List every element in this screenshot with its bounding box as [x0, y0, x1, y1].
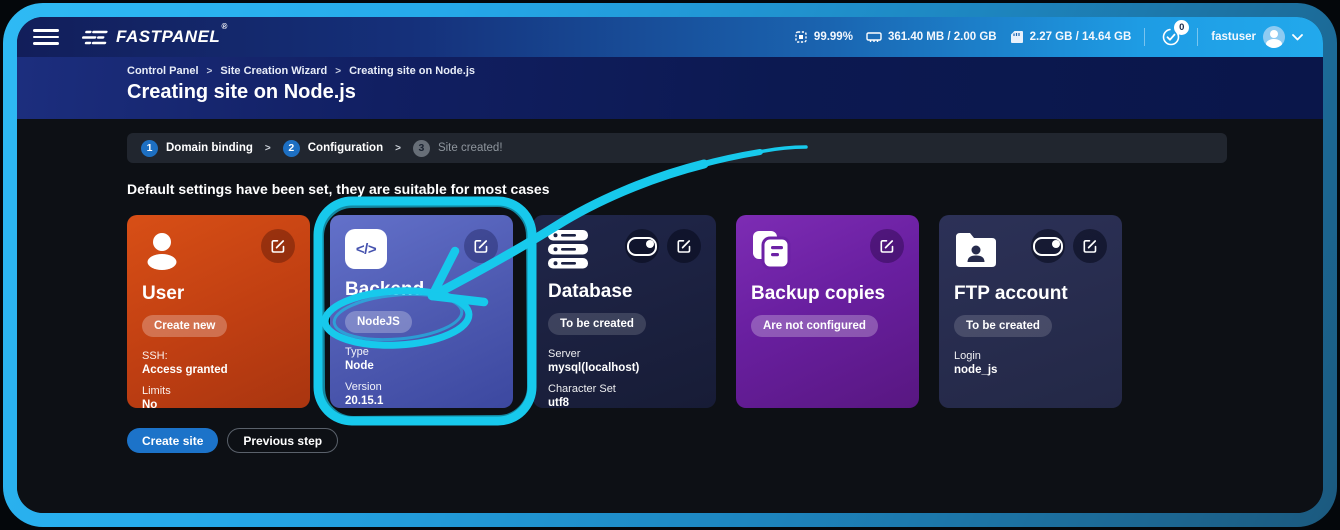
step-domain-binding[interactable]: 1 Domain binding — [141, 140, 253, 157]
step-separator: > — [265, 143, 271, 154]
create-site-button[interactable]: Create site — [127, 428, 218, 453]
card-user: User Create new SSH: Access granted Limi… — [127, 215, 310, 408]
toggle-on-icon — [627, 237, 657, 256]
menu-icon[interactable] — [33, 29, 59, 45]
avatar — [1263, 26, 1285, 48]
edit-icon — [473, 238, 489, 254]
edit-icon — [1082, 238, 1098, 254]
notifications-button[interactable]: 0 — [1158, 24, 1184, 50]
step-site-created: 3 Site created! — [413, 140, 503, 157]
card-title: FTP account — [954, 283, 1107, 305]
ram-icon — [866, 31, 882, 43]
card-database: Database To be created Server mysql(loca… — [533, 215, 716, 408]
disk-stat: 2.27 GB / 14.64 GB — [1010, 30, 1132, 44]
card-field: Type Node — [345, 345, 498, 373]
status-badge: Create new — [142, 315, 227, 337]
ram-stat: 361.40 MB / 2.00 GB — [866, 31, 997, 43]
divider — [1197, 28, 1198, 46]
disk-value: 2.27 GB / 14.64 GB — [1030, 31, 1132, 43]
database-toggle[interactable] — [625, 229, 659, 263]
status-badge: To be created — [548, 313, 646, 335]
wizard-actions: Create site Previous step — [127, 428, 1227, 453]
breadcrumb-item[interactable]: Site Creation Wizard — [220, 65, 327, 77]
ram-value: 361.40 MB / 2.00 GB — [888, 31, 997, 43]
edit-icon — [879, 238, 895, 254]
card-title: User — [142, 283, 295, 305]
breadcrumb-separator: > — [335, 66, 341, 77]
card-field: SSH: Access granted — [142, 349, 295, 377]
cpu-icon — [794, 30, 808, 44]
user-menu[interactable]: fastuser — [1211, 26, 1303, 48]
logo[interactable]: FASTPANEL® — [81, 27, 227, 47]
disk-icon — [1010, 30, 1024, 44]
card-title: Backend — [345, 279, 498, 301]
breadcrumb-item[interactable]: Control Panel — [127, 65, 199, 77]
wizard-stepper: 1 Domain binding > 2 Configuration > 3 S… — [127, 133, 1227, 163]
page-header: Control Panel > Site Creation Wizard > C… — [17, 57, 1323, 119]
code-icon: </> — [345, 229, 387, 269]
top-bar: FASTPANEL® 99.99% 361.40 MB / 2.00 GB — [17, 17, 1323, 57]
edit-backend-button[interactable] — [464, 229, 498, 263]
cpu-stat: 99.99% — [794, 30, 853, 44]
card-title: Database — [548, 281, 701, 303]
breadcrumb-separator: > — [207, 66, 213, 77]
breadcrumb: Control Panel > Site Creation Wizard > C… — [127, 65, 1323, 77]
edit-user-button[interactable] — [261, 229, 295, 263]
ftp-icon — [954, 229, 998, 269]
backup-icon — [751, 229, 793, 271]
status-badge: Are not configured — [751, 315, 878, 337]
card-title: Backup copies — [751, 283, 904, 305]
edit-icon — [270, 238, 286, 254]
step-separator: > — [395, 143, 401, 154]
edit-backup-button[interactable] — [870, 229, 904, 263]
database-icon — [548, 229, 590, 271]
card-field: Login node_js — [954, 349, 1107, 377]
card-field: Version 20.15.1 — [345, 380, 498, 408]
step-number: 2 — [283, 140, 300, 157]
status-badge: NodeJS — [345, 311, 412, 333]
ftp-toggle[interactable] — [1031, 229, 1065, 263]
edit-ftp-button[interactable] — [1073, 229, 1107, 263]
card-field: Server mysql(localhost) — [548, 347, 701, 375]
toggle-on-icon — [1033, 237, 1063, 256]
user-icon — [142, 229, 186, 273]
step-label: Domain binding — [166, 142, 253, 154]
logo-glyph-icon — [81, 29, 109, 46]
card-ftp-account: FTP account To be created Login node_js — [939, 215, 1122, 408]
page-title: Creating site on Node.js — [127, 81, 1323, 104]
step-number: 1 — [141, 140, 158, 157]
main-content: 1 Domain binding > 2 Configuration > 3 S… — [17, 119, 1323, 513]
settings-note: Default settings have been set, they are… — [127, 181, 1227, 197]
edit-database-button[interactable] — [667, 229, 701, 263]
divider — [1144, 28, 1145, 46]
device-frame: FASTPANEL® 99.99% 361.40 MB / 2.00 GB — [3, 3, 1337, 527]
previous-step-button[interactable]: Previous step — [227, 428, 338, 453]
step-label: Site created! — [438, 142, 503, 154]
card-field: Character Set utf8 — [548, 382, 701, 410]
cpu-value: 99.99% — [814, 31, 853, 43]
username: fastuser — [1211, 31, 1256, 43]
step-configuration[interactable]: 2 Configuration — [283, 140, 383, 157]
card-backup-copies: Backup copies Are not configured — [736, 215, 919, 408]
step-label: Configuration — [308, 142, 383, 154]
breadcrumb-item[interactable]: Creating site on Node.js — [349, 65, 475, 77]
edit-icon — [676, 238, 692, 254]
card-field: Limits No — [142, 384, 295, 412]
topbar-stats: 99.99% 361.40 MB / 2.00 GB 2.27 GB / 14.… — [794, 24, 1303, 50]
card-backend: </> Backend NodeJS Type N — [330, 215, 513, 408]
notifications-badge: 0 — [1174, 20, 1189, 35]
step-number: 3 — [413, 140, 430, 157]
status-badge: To be created — [954, 315, 1052, 337]
settings-cards: User Create new SSH: Access granted Limi… — [127, 215, 1227, 408]
app-window: FASTPANEL® 99.99% 361.40 MB / 2.00 GB — [17, 17, 1323, 513]
chevron-down-icon — [1292, 34, 1303, 41]
logo-text: FASTPANEL® — [116, 27, 227, 47]
